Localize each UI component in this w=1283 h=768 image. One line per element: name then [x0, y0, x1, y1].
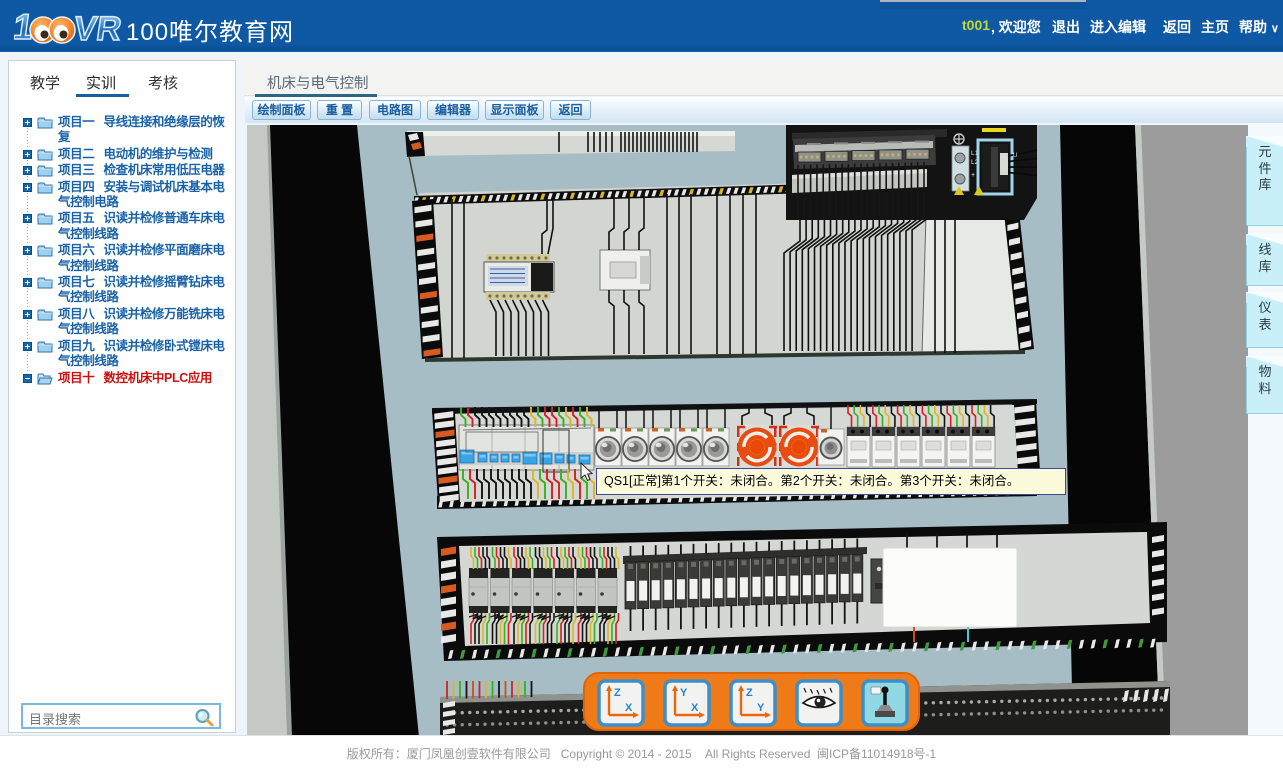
- svg-text:+: +: [971, 172, 975, 179]
- svg-text:X: X: [691, 702, 699, 714]
- svg-text:Z: Z: [746, 687, 753, 699]
- svg-text:Y: Y: [680, 687, 688, 699]
- svg-text:X: X: [625, 702, 633, 714]
- svg-text:VR: VR: [71, 10, 122, 46]
- svg-text:Z: Z: [614, 687, 621, 699]
- svg-text:Y: Y: [757, 702, 765, 714]
- svg-text:U: U: [1013, 153, 1017, 159]
